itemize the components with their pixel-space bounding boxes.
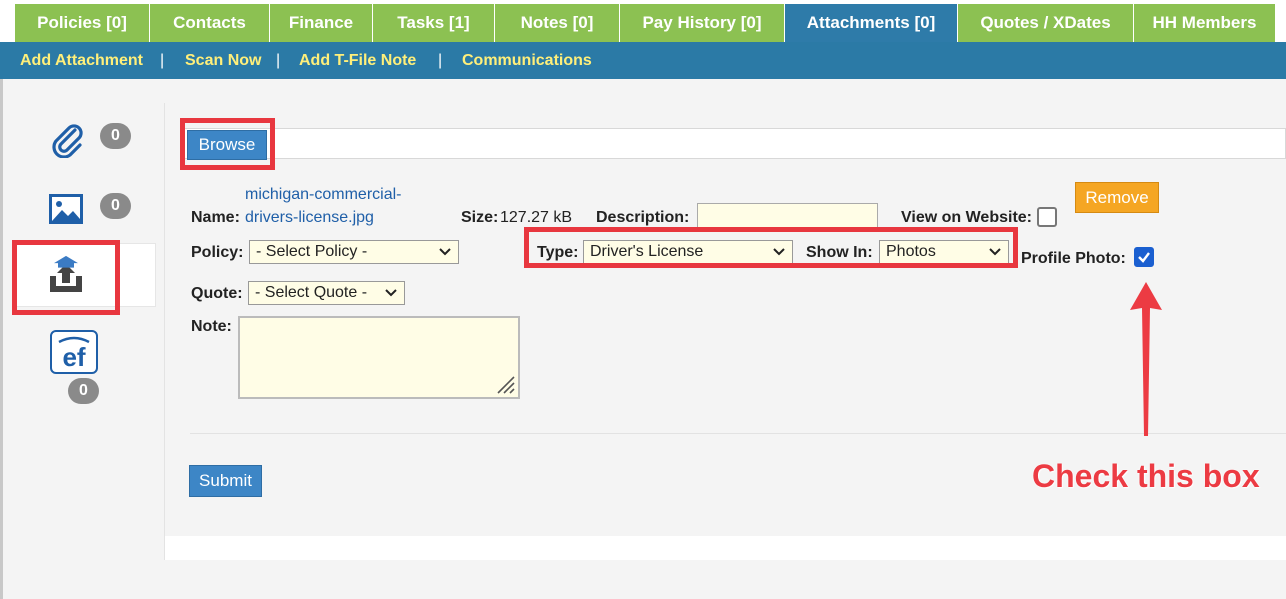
note-textarea[interactable] bbox=[238, 316, 520, 399]
upload-highlight bbox=[12, 240, 120, 315]
tab-finance[interactable]: Finance bbox=[270, 4, 373, 42]
tab-bar: Policies [0] Contacts Finance Tasks [1] … bbox=[0, 0, 1286, 42]
chevron-down-icon bbox=[439, 248, 451, 256]
quote-label: Quote: bbox=[191, 285, 243, 302]
description-label: Description: bbox=[596, 209, 690, 226]
tab-quotes-xdates[interactable]: Quotes / XDates bbox=[958, 4, 1134, 42]
images-count-badge: 0 bbox=[100, 193, 131, 219]
tab-pay-history[interactable]: Pay History [0] bbox=[620, 4, 785, 42]
submit-button[interactable]: Submit bbox=[189, 465, 262, 497]
size-label: Size: bbox=[461, 209, 499, 226]
nav-separator: | bbox=[160, 52, 165, 69]
size-value: 127.27 kB bbox=[500, 209, 573, 226]
arrow-up-icon bbox=[1130, 282, 1162, 436]
svg-text:ef: ef bbox=[62, 342, 85, 372]
note-label: Note: bbox=[191, 318, 232, 335]
policy-label: Policy: bbox=[191, 244, 244, 261]
attachments-count-badge: 0 bbox=[100, 123, 131, 149]
chevron-down-icon bbox=[385, 289, 397, 297]
policy-select[interactable]: - Select Policy - bbox=[249, 240, 459, 264]
file-name-line2[interactable]: drivers-license.jpg bbox=[245, 206, 374, 229]
profile-photo-label: Profile Photo: bbox=[1021, 250, 1126, 267]
resize-handle-icon[interactable] bbox=[494, 373, 516, 395]
policy-select-value: - Select Policy - bbox=[256, 243, 368, 260]
tab-tasks[interactable]: Tasks [1] bbox=[373, 4, 495, 42]
tab-attachments[interactable]: Attachments [0] bbox=[785, 4, 958, 42]
add-attachment-link[interactable]: Add Attachment bbox=[20, 52, 143, 70]
name-label: Name: bbox=[191, 209, 240, 226]
ef-count-badge: 0 bbox=[68, 378, 99, 404]
add-tfile-note-link[interactable]: Add T-File Note bbox=[299, 52, 416, 70]
annotation-text: Check this box bbox=[1032, 458, 1260, 494]
panel-footer bbox=[164, 536, 1286, 560]
tab-notes[interactable]: Notes [0] bbox=[495, 4, 620, 42]
file-name-line1[interactable]: michigan-commercial- bbox=[245, 183, 401, 206]
scan-now-link[interactable]: Scan Now bbox=[185, 52, 261, 70]
remove-button[interactable]: Remove bbox=[1075, 182, 1159, 213]
profile-photo-checkbox[interactable] bbox=[1134, 247, 1154, 267]
nav-separator: | bbox=[276, 52, 281, 69]
quote-select-value: - Select Quote - bbox=[255, 284, 368, 301]
browse-highlight bbox=[180, 118, 275, 170]
sub-navigation: Add Attachment | Scan Now | Add T-File N… bbox=[0, 42, 1286, 79]
communications-link[interactable]: Communications bbox=[462, 52, 592, 70]
left-rail bbox=[0, 79, 3, 599]
tab-contacts[interactable]: Contacts bbox=[150, 4, 270, 42]
image-icon[interactable] bbox=[49, 194, 83, 224]
paperclip-icon[interactable] bbox=[48, 120, 86, 159]
type-show-in-highlight bbox=[524, 227, 1018, 268]
view-on-website-label: View on Website: bbox=[901, 209, 1032, 226]
checkmark-icon bbox=[1138, 252, 1150, 263]
quote-select[interactable]: - Select Quote - bbox=[248, 281, 405, 305]
tab-hh-members[interactable]: HH Members bbox=[1134, 4, 1276, 42]
tab-policies[interactable]: Policies [0] bbox=[15, 4, 150, 42]
nav-separator: | bbox=[438, 52, 443, 69]
browse-strip bbox=[180, 128, 1286, 159]
form-divider bbox=[190, 433, 1286, 434]
ef-logo-icon[interactable]: ef bbox=[50, 330, 98, 374]
view-on-website-checkbox[interactable] bbox=[1037, 207, 1057, 227]
